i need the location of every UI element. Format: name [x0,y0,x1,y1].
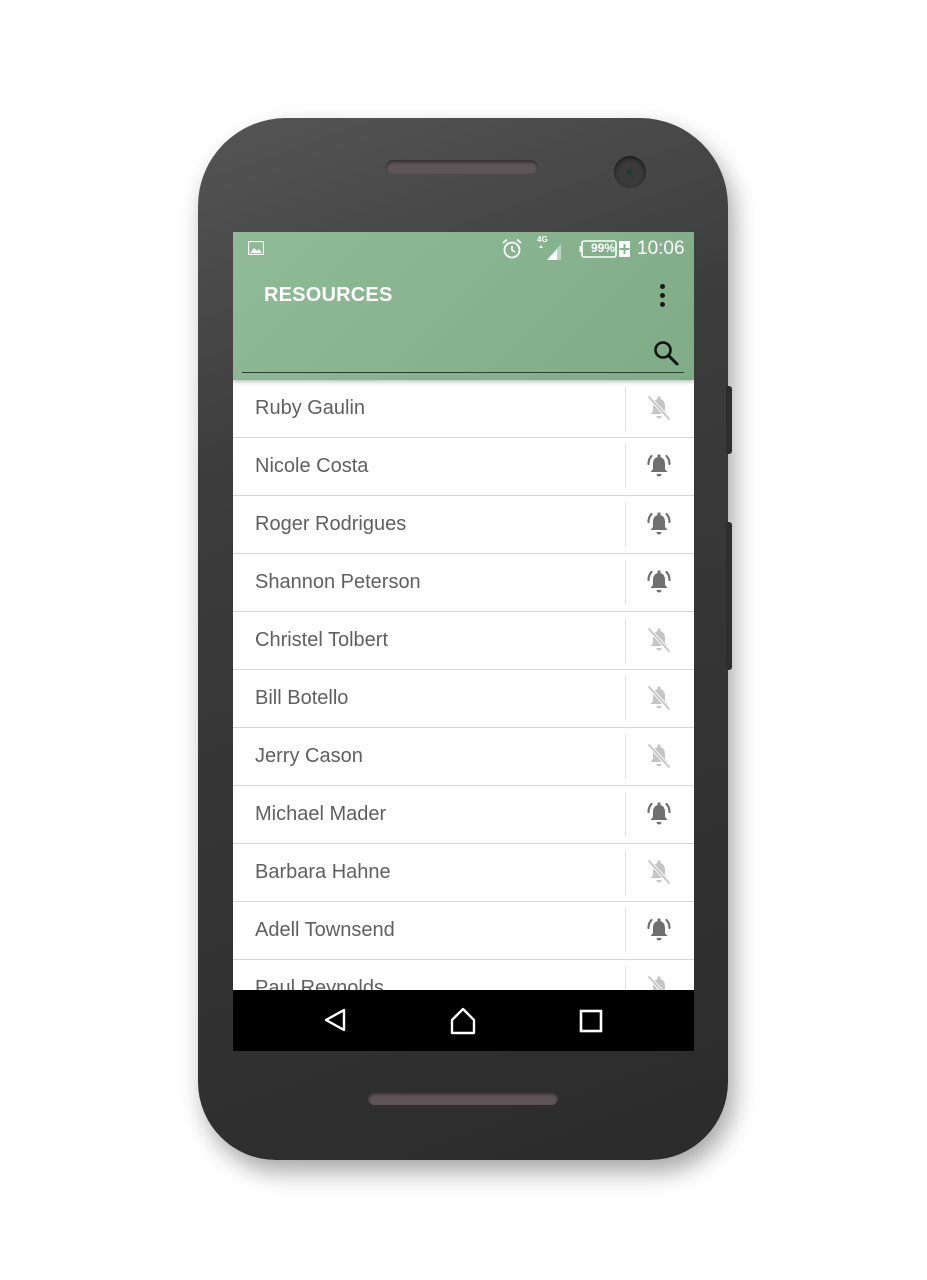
alarm-off-bell-icon[interactable] [645,684,673,712]
image-icon [248,241,264,255]
divider [625,676,626,721]
resource-name: Nicole Costa [255,455,369,477]
bottom-speaker [368,1092,558,1105]
divider [625,444,626,489]
divider [625,850,626,895]
alarm-off-bell-icon[interactable] [645,394,673,422]
front-camera [614,156,646,188]
list-item[interactable]: Bill Botello [233,670,694,728]
divider [625,560,626,605]
alarm-icon [502,238,522,259]
resource-name: Ruby Gaulin [255,397,366,419]
earpiece-speaker [386,160,538,174]
resource-name: Shannon Peterson [255,571,421,593]
search-icon[interactable] [652,339,680,367]
resource-name: Barbara Hahne [255,861,391,883]
recent-apps-icon[interactable] [579,1009,603,1033]
list-item[interactable]: Michael Mader [233,786,694,844]
resource-name: Adell Townsend [255,919,395,941]
volume-button [726,522,732,670]
divider [625,618,626,663]
home-icon[interactable] [448,1006,478,1036]
overflow-menu-icon[interactable] [649,280,675,310]
list-item[interactable]: Barbara Hahne [233,844,694,902]
alarm-on-bell-icon[interactable] [645,568,673,596]
alarm-off-bell-icon[interactable] [645,858,673,886]
list-item[interactable]: Jerry Cason [233,728,694,786]
signal-icon: 4G [537,235,561,260]
list-item[interactable]: Nicole Costa [233,438,694,496]
list-item[interactable]: Adell Townsend [233,902,694,960]
alarm-off-bell-icon[interactable] [645,626,673,654]
alarm-on-bell-icon[interactable] [645,452,673,480]
battery-percent: 99% [590,241,616,255]
resource-name: Roger Rodrigues [255,513,407,535]
list-item[interactable]: Christel Tolbert [233,612,694,670]
resource-name: Jerry Cason [255,745,363,767]
divider [625,792,626,837]
navigation-bar [233,990,694,1051]
search-input[interactable] [246,340,640,370]
alarm-on-bell-icon[interactable] [645,916,673,944]
network-type: 4G [537,235,548,244]
status-time: 10:06 [637,238,685,259]
list-item[interactable]: Shannon Peterson [233,554,694,612]
back-icon[interactable] [321,1006,349,1034]
alarm-on-bell-icon[interactable] [645,510,673,538]
resource-name: Bill Botello [255,687,349,709]
list-item[interactable]: Roger Rodrigues [233,496,694,554]
divider [625,734,626,779]
divider [625,386,626,431]
power-button [726,386,732,454]
status-bar: 4G 99% 10:06 [233,232,694,266]
screen: 4G 99% 10:06 RESOURCES Ruby Gaulin Nicol… [233,232,694,1051]
page-title: RESOURCES [264,284,393,306]
divider [625,908,626,953]
search-bar [242,336,684,373]
alarm-on-bell-icon[interactable] [645,800,673,828]
app-bar: 4G 99% 10:06 RESOURCES [233,232,694,380]
list-item[interactable]: Ruby Gaulin [233,380,694,438]
alarm-off-bell-icon[interactable] [645,742,673,770]
resource-name: Michael Mader [255,803,387,825]
divider [625,502,626,547]
resource-name: Christel Tolbert [255,629,389,651]
resource-list: Ruby Gaulin Nicole Costa Roger Rodrigues Sh… [233,380,694,1018]
